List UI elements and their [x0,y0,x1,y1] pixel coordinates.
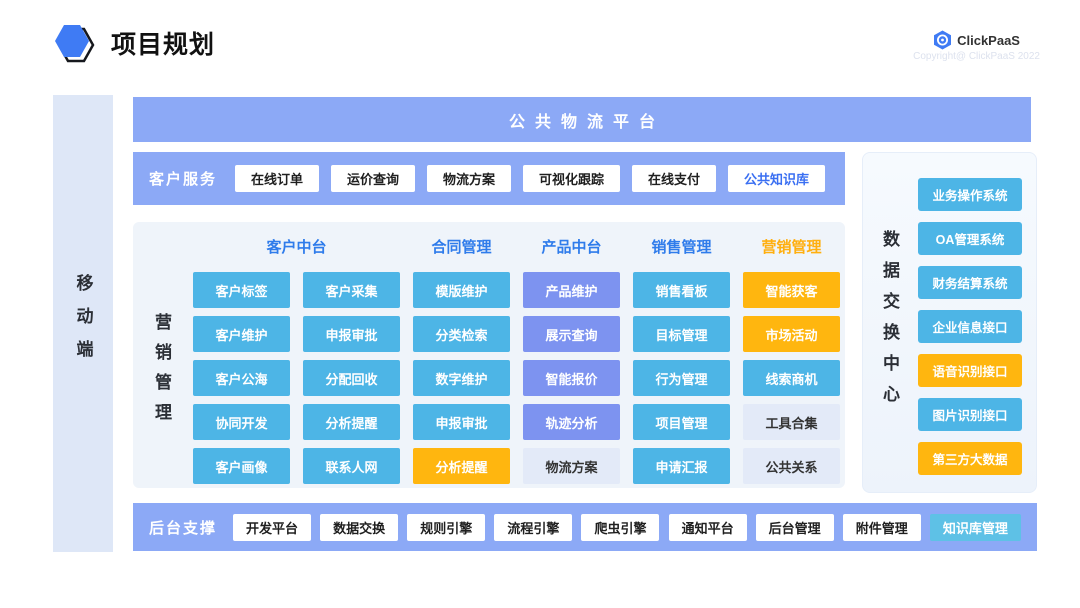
interface-button[interactable]: 图片识别接口 [918,398,1022,431]
grid-column-header: 产品中台 [523,236,620,257]
module-button[interactable]: 展示查询 [523,316,620,352]
marketing-side-label: 营销管理 [149,313,174,433]
page-title: 项目规划 [111,25,215,61]
platform-banner-label: 公共物流平台 [499,108,665,132]
interface-button[interactable]: OA管理系统 [918,222,1022,255]
module-button[interactable]: 联系人网 [303,448,400,484]
data-exchange-label-wrap: 数据交换中心 [877,153,902,492]
customer-service-button[interactable]: 物流方案 [427,165,511,192]
module-button[interactable]: 申报审批 [413,404,510,440]
module-button[interactable]: 项目管理 [633,404,730,440]
customer-service-button[interactable]: 可视化跟踪 [523,165,620,192]
interface-button[interactable]: 语音识别接口 [918,354,1022,387]
customer-service-button[interactable]: 在线支付 [632,165,716,192]
customer-service-button[interactable]: 在线订单 [235,165,319,192]
data-exchange-side-label: 数据交换中心 [877,230,902,416]
backend-button[interactable]: 规则引擎 [407,514,485,541]
backend-button[interactable]: 爬虫引擎 [581,514,659,541]
marketing-side-label-wrap: 营销管理 [149,274,174,472]
customer-service-button[interactable]: 运价查询 [331,165,415,192]
hexagon-logo-icon [53,22,97,64]
module-button[interactable]: 模版维护 [413,272,510,308]
backend-support-label: 后台支撑 [149,517,217,538]
brand-block: ClickPaaS Copyright@ ClickPaaS 2022 [913,30,1040,62]
backend-button[interactable]: 通知平台 [669,514,747,541]
module-button[interactable]: 轨迹分析 [523,404,620,440]
interface-button[interactable]: 企业信息接口 [918,310,1022,343]
module-button[interactable]: 分类检索 [413,316,510,352]
interface-button[interactable]: 财务结算系统 [918,266,1022,299]
module-button[interactable]: 智能报价 [523,360,620,396]
module-button[interactable]: 客户画像 [193,448,290,484]
backend-button[interactable]: 开发平台 [233,514,311,541]
module-button[interactable]: 产品维护 [523,272,620,308]
customer-service-button[interactable]: 公共知识库 [728,165,825,192]
module-button[interactable]: 协同开发 [193,404,290,440]
module-button[interactable]: 目标管理 [633,316,730,352]
module-button[interactable]: 行为管理 [633,360,730,396]
module-button[interactable]: 客户维护 [193,316,290,352]
customer-service-items: 在线订单运价查询物流方案可视化跟踪在线支付公共知识库 [235,165,825,192]
module-button[interactable]: 物流方案 [523,448,620,484]
customer-service-band: 客户服务 在线订单运价查询物流方案可视化跟踪在线支付公共知识库 [133,152,845,205]
module-button[interactable]: 客户采集 [303,272,400,308]
module-button[interactable]: 数字维护 [413,360,510,396]
module-button[interactable]: 工具合集 [743,404,840,440]
data-exchange-panel: 数据交换中心 业务操作系统 OA管理系统财务结算系统企业信息接口语音识别接口图片识… [862,152,1037,493]
page-header: 项目规划 [53,22,215,64]
module-button[interactable]: 销售看板 [633,272,730,308]
module-button[interactable]: 市场活动 [743,316,840,352]
customer-service-label: 客户服务 [149,168,217,189]
module-button[interactable]: 分析提醒 [413,448,510,484]
module-button[interactable]: 智能获客 [743,272,840,308]
grid-headers: 客户中台合同管理产品中台销售管理营销管理 [193,236,840,257]
interface-button[interactable]: 业务操作系统 [918,178,1022,211]
grid-column-header: 客户中台 [193,236,400,257]
module-button[interactable]: 分析提醒 [303,404,400,440]
grid-column-header: 营销管理 [743,236,840,257]
backend-button[interactable]: 知识库管理 [930,514,1021,541]
backend-support-items: 开发平台数据交换规则引擎流程引擎爬虫引擎通知平台后台管理附件管理知识库管理 [233,514,1021,541]
mobile-side-bar: 移动端 [53,95,113,552]
brand-name: ClickPaaS [957,33,1020,48]
interface-button[interactable]: 第三方大数据 [918,442,1022,475]
backend-button[interactable]: 数据交换 [320,514,398,541]
module-button[interactable]: 分配回收 [303,360,400,396]
module-button[interactable]: 公共关系 [743,448,840,484]
grid-cells: 客户标签客户采集模版维护产品维护销售看板智能获客客户维护申报审批分类检索展示查询… [193,272,840,484]
clickpaas-logo-icon [933,30,952,50]
backend-support-band: 后台支撑 开发平台数据交换规则引擎流程引擎爬虫引擎通知平台后台管理附件管理知识库… [133,503,1037,551]
module-button[interactable]: 申报审批 [303,316,400,352]
module-button[interactable]: 客户公海 [193,360,290,396]
brand-copyright: Copyright@ ClickPaaS 2022 [913,51,1040,62]
module-button[interactable]: 客户标签 [193,272,290,308]
module-button[interactable]: 申请汇报 [633,448,730,484]
module-button[interactable]: 线索商机 [743,360,840,396]
backend-button[interactable]: 后台管理 [756,514,834,541]
platform-banner: 公共物流平台 [133,97,1031,142]
data-exchange-items: 业务操作系统 OA管理系统财务结算系统企业信息接口语音识别接口图片识别接口第三方大… [918,178,1022,475]
backend-button[interactable]: 附件管理 [843,514,921,541]
page: 项目规划 ClickPaaS Copyright@ ClickPaaS 2022… [0,0,1080,608]
marketing-grid-panel: 客户中台合同管理产品中台销售管理营销管理 营销管理 客户标签客户采集模版维护产品… [133,222,845,488]
backend-button[interactable]: 流程引擎 [494,514,572,541]
grid-column-header: 合同管理 [413,236,510,257]
mobile-side-label: 移动端 [71,274,96,373]
grid-column-header: 销售管理 [633,236,730,257]
